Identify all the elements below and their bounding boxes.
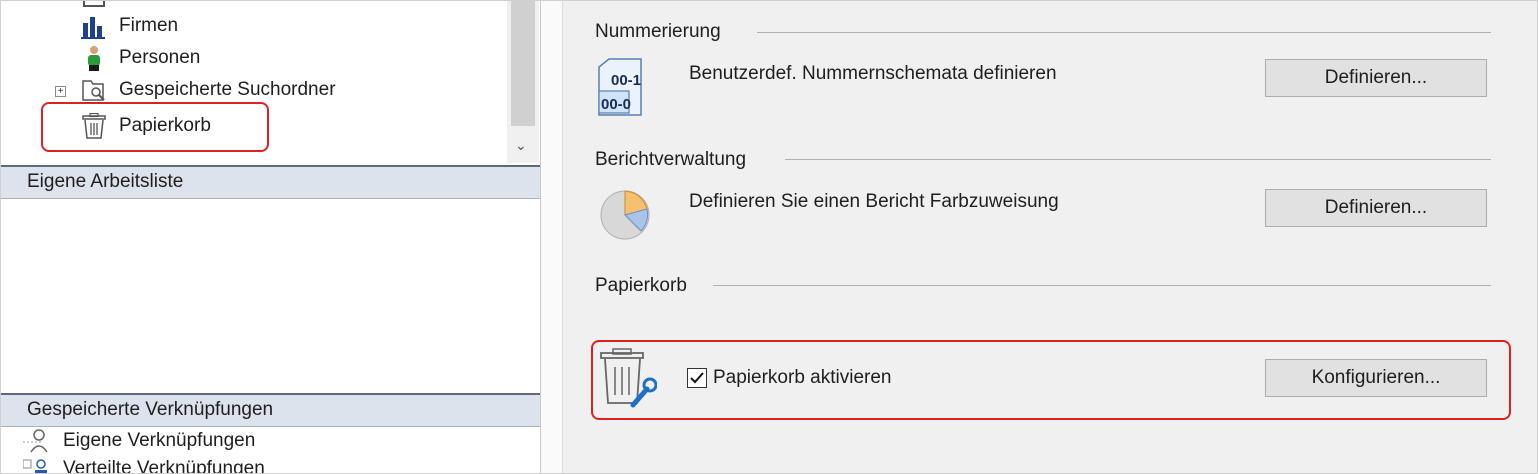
group-divider bbox=[713, 285, 1491, 286]
group-title-trash: Papierkorb bbox=[595, 275, 687, 296]
link-item-eigene[interactable]: Eigene Verknüpfungen bbox=[23, 427, 255, 455]
icon-text-top: 00-1 bbox=[611, 72, 641, 89]
tree-item-personen[interactable]: Personen bbox=[81, 43, 200, 73]
navigation-pane: Firmen Personen + Gespeicherte Suchordne… bbox=[1, 1, 541, 474]
user-icon bbox=[23, 429, 48, 453]
group-title-reports: Berichtverwaltung bbox=[595, 149, 747, 170]
tree-item-label: Firmen bbox=[119, 15, 179, 36]
tree-scrollbar[interactable]: ⌄ bbox=[507, 1, 539, 163]
highlight-box-tree bbox=[41, 102, 269, 152]
settings-pane: Nummerierung 00-1 00-0 Benutzerdef. Numm… bbox=[541, 1, 1537, 473]
numbering-schema-icon: 00-1 00-0 bbox=[597, 57, 643, 117]
pane-separator bbox=[541, 1, 563, 473]
scrollbar-thumb[interactable] bbox=[511, 1, 535, 126]
tree-item-label: Gespeicherte Suchordner bbox=[119, 79, 336, 100]
link-item-label: Eigene Verknüpfungen bbox=[63, 430, 256, 451]
link-item-verteilte[interactable]: Verteilte Verknüpfungen bbox=[23, 455, 265, 474]
bar-chart-icon bbox=[81, 13, 107, 39]
report-description: Definieren Sie einen Bericht Farbzuweisu… bbox=[689, 191, 1059, 212]
report-pie-icon bbox=[597, 185, 653, 241]
app-window: Firmen Personen + Gespeicherte Suchordne… bbox=[0, 0, 1538, 474]
link-item-label: Verteilte Verknüpfungen bbox=[63, 458, 265, 474]
shared-user-icon bbox=[23, 459, 47, 473]
section-header-worklist[interactable]: Eigene Arbeitsliste bbox=[1, 165, 540, 199]
group-divider bbox=[785, 159, 1491, 160]
icon-text-bottom: 00-0 bbox=[601, 96, 631, 113]
numbering-description: Benutzerdef. Nummernschemata definieren bbox=[689, 63, 1057, 84]
expand-toggle[interactable]: + bbox=[55, 86, 66, 97]
person-icon bbox=[81, 45, 107, 71]
search-folder-icon bbox=[81, 77, 107, 103]
tree-item-label: Personen bbox=[119, 47, 201, 68]
folder-tree: Firmen Personen + Gespeicherte Suchordne… bbox=[1, 1, 540, 163]
define-report-button[interactable]: Definieren... bbox=[1265, 189, 1487, 227]
calendar-icon bbox=[81, 1, 107, 11]
scroll-down-icon[interactable]: ⌄ bbox=[515, 137, 527, 154]
highlight-box-trash bbox=[591, 340, 1511, 420]
section-header-saved-links[interactable]: Gespeicherte Verknüpfungen bbox=[1, 393, 540, 427]
tree-item-firmen[interactable]: Firmen bbox=[81, 11, 178, 41]
define-numbering-button[interactable]: Definieren... bbox=[1265, 59, 1487, 97]
tree-item-gespeicherte-suchordner[interactable]: Gespeicherte Suchordner bbox=[81, 75, 336, 105]
group-divider bbox=[757, 32, 1491, 33]
group-title-numbering: Nummerierung bbox=[595, 21, 721, 42]
